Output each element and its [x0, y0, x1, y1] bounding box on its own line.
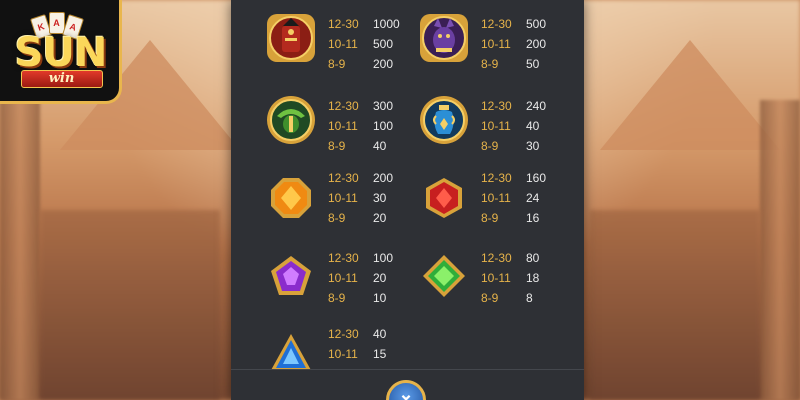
pay-row: 12-30 40 [328, 327, 387, 341]
green-gem-icon [416, 248, 472, 304]
paytable-entry: 12-30 200 10-11 30 8-9 20 [231, 164, 406, 234]
anubis-statue-icon [263, 10, 319, 66]
paytable-entry: 12-30 80 10-11 18 8-9 8 [384, 242, 559, 312]
canopic-jar-icon [416, 92, 472, 148]
orange-gem-icon [263, 170, 319, 226]
pyramid-right [600, 40, 780, 150]
temple-building-left [40, 210, 220, 400]
panel-divider [231, 369, 584, 370]
pay-row: 8-9 16 [481, 211, 540, 225]
pay-row: 12-30 160 [481, 171, 547, 185]
cat-god-icon [416, 10, 472, 66]
pay-row: 8-9 50 [481, 57, 540, 71]
red-gem-icon [416, 170, 472, 226]
pay-row: 12-30 500 [481, 17, 547, 31]
paytable-entry: 12-30 100 10-11 20 8-9 10 [231, 242, 406, 312]
pay-row: 10-11 24 [481, 191, 540, 205]
logo-ribbon: win [20, 69, 103, 88]
pay-row: 10-11 18 [481, 271, 540, 285]
pay-row: 8-9 8 [481, 291, 533, 305]
paytable-entry: 12-30 240 10-11 40 8-9 30 [384, 86, 559, 156]
pillar-left [0, 100, 40, 400]
pillar-right [760, 100, 800, 400]
paytable-entry: 12-30 500 10-11 200 8-9 50 [384, 4, 559, 74]
paytable-entry: 12-30 160 10-11 24 8-9 16 [384, 164, 559, 234]
purple-gem-icon [263, 248, 319, 304]
pay-row: 8-9 30 [481, 139, 540, 153]
scarab-icon [263, 92, 319, 148]
paytable-grid: 12-30 1000 10-11 500 8-9 200 12-30 500 10-11 [231, 0, 584, 370]
pay-row: 10-11 15 [328, 347, 387, 361]
pay-row: 10-11 40 [481, 119, 540, 133]
pay-row: 12-30 240 [481, 99, 547, 113]
close-chevron-icon: ⌄ [398, 383, 414, 400]
blue-gem-icon [263, 326, 319, 370]
paytable-entry: 12-3040 10-1115 8-95 [231, 320, 406, 370]
pay-row: 10-11 200 [481, 37, 547, 51]
temple-building-right [590, 210, 760, 400]
pay-row: 12-30 80 [481, 251, 540, 265]
paytable-entry: 12-30 300 10-11 100 8-9 40 [231, 86, 406, 156]
logo-wordmark: SUN [14, 29, 108, 76]
sunwin-logo: K A A SUN win [0, 0, 122, 104]
close-button[interactable]: ⌄ [386, 380, 426, 400]
paytable-entry: 12-30 1000 10-11 500 8-9 200 [231, 4, 406, 74]
paytable-panel: 12-30 1000 10-11 500 8-9 200 12-30 500 10-11 [231, 0, 584, 400]
